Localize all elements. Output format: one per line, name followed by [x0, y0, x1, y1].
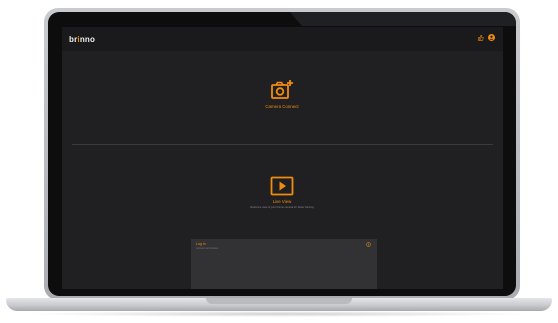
info-icon[interactable] — [366, 242, 371, 247]
app-header: brinno — [62, 27, 503, 51]
brand-logo[interactable]: brinno — [69, 35, 95, 44]
live-view-tile[interactable]: Live View Real-time view of your brinno … — [202, 176, 362, 209]
camera-connect-tile[interactable]: Camera Connect — [232, 79, 332, 109]
login-subtitle: Account and status — [196, 247, 219, 250]
app-screen: brinno Camera Connect Live View Real-tim… — [62, 27, 503, 289]
user-icon[interactable] — [488, 34, 495, 41]
thumbs-up-icon[interactable] — [477, 34, 484, 41]
laptop-shadow — [24, 311, 534, 317]
bezel-reflection — [290, 12, 516, 26]
play-icon — [270, 176, 294, 196]
login-title[interactable]: Log in — [196, 242, 206, 246]
header-actions — [477, 34, 495, 41]
login-panel: Log in Account and status — [191, 239, 377, 289]
camera-connect-label: Camera Connect — [265, 104, 299, 109]
laptop-notch — [206, 298, 352, 304]
section-divider — [72, 144, 493, 145]
camera-plus-icon — [271, 80, 293, 99]
laptop-mockup: brinno Camera Connect Live View Real-tim… — [0, 0, 558, 323]
live-view-label: Live View — [272, 199, 292, 204]
live-view-subtitle: Real-time view of your brinno camera for… — [250, 206, 314, 209]
